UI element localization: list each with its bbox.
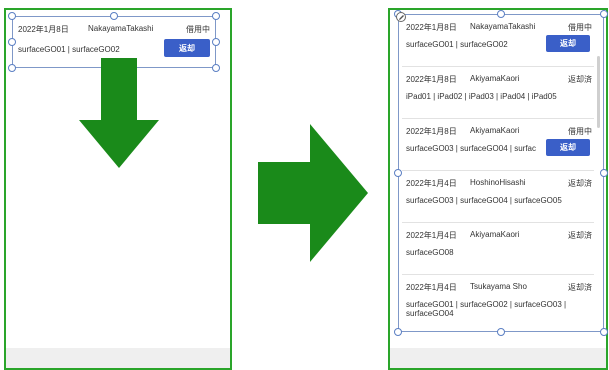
row-header: 2022年1月4日 AkiyamaKaori 返却済 bbox=[406, 230, 592, 242]
borrower-name: NakayamaTakashi bbox=[88, 24, 154, 33]
loan-status: 借用中 bbox=[568, 23, 592, 32]
canvas: 2022年1月8日 NakayamaTakashi 借用中 surfaceGO0… bbox=[0, 0, 609, 370]
gallery-row[interactable]: 2022年1月8日 AkiyamaKaori 返却済 iPad01 | iPad… bbox=[398, 70, 596, 122]
loan-date: 2022年1月4日 bbox=[406, 179, 457, 188]
loan-date: 2022年1月4日 bbox=[406, 283, 457, 292]
gallery-row[interactable]: 2022年1月4日 HoshinoHisashi 返却済 surfaceGO03… bbox=[398, 174, 596, 226]
loan-date: 2022年1月8日 bbox=[406, 75, 457, 84]
borrower-name: AkiyamaKaori bbox=[470, 74, 520, 83]
row-divider bbox=[402, 66, 594, 67]
loan-date: 2022年1月8日 bbox=[406, 23, 457, 32]
device-list: surfaceGO01 | surfaceGO02 | surfaceGO03 … bbox=[406, 300, 567, 318]
loan-status: 借用中 bbox=[186, 25, 210, 34]
loan-date: 2022年1月8日 bbox=[18, 25, 69, 34]
pencil-icon[interactable] bbox=[396, 12, 406, 22]
resize-handle[interactable] bbox=[394, 328, 402, 336]
resize-handle[interactable] bbox=[600, 10, 608, 18]
device-list: surfaceGO01 | surfaceGO02 bbox=[18, 45, 120, 54]
row-header: 2022年1月8日 NakayamaTakashi 借用中 bbox=[18, 24, 210, 38]
resize-handle[interactable] bbox=[212, 12, 220, 20]
row-divider bbox=[402, 170, 594, 171]
borrower-name: Tsukayama Sho bbox=[470, 282, 527, 291]
gallery-row[interactable]: 2022年1月4日 Tsukayama Sho 返却済 surfaceGO01 … bbox=[398, 278, 596, 332]
borrower-name: NakayamaTakashi bbox=[470, 22, 536, 31]
loan-date: 2022年1月4日 bbox=[406, 231, 457, 240]
return-button[interactable]: 返却 bbox=[546, 139, 590, 156]
device-list: surfaceGO08 bbox=[406, 248, 454, 257]
row-divider bbox=[402, 222, 594, 223]
borrower-name: HoshinoHisashi bbox=[470, 178, 526, 187]
gallery-row[interactable]: 2022年1月4日 AkiyamaKaori 返却済 surfaceGO08 bbox=[398, 226, 596, 278]
resize-handle[interactable] bbox=[8, 12, 16, 20]
borrower-name: AkiyamaKaori bbox=[470, 230, 520, 239]
loan-gallery[interactable]: 2022年1月8日 NakayamaTakashi 借用中 surfaceGO0… bbox=[398, 14, 604, 332]
device-list: surfaceGO03 | surfaceGO04 | surfaceGO05 bbox=[406, 196, 562, 205]
resize-handle[interactable] bbox=[212, 64, 220, 72]
row-header: 2022年1月8日 AkiyamaKaori 返却済 bbox=[406, 74, 592, 86]
resize-handle[interactable] bbox=[394, 169, 402, 177]
row-divider bbox=[402, 118, 594, 119]
resize-handle[interactable] bbox=[110, 12, 118, 20]
resize-handle[interactable] bbox=[497, 328, 505, 336]
return-button[interactable]: 返却 bbox=[164, 39, 210, 57]
resize-handle[interactable] bbox=[8, 38, 16, 46]
arrow-right-icon bbox=[258, 124, 368, 262]
scrollbar[interactable] bbox=[597, 56, 600, 128]
loan-status: 返却済 bbox=[568, 283, 592, 292]
resize-handle[interactable] bbox=[600, 169, 608, 177]
device-list: iPad01 | iPad02 | iPad03 | iPad04 | iPad… bbox=[406, 92, 557, 101]
row-header: 2022年1月8日 NakayamaTakashi 借用中 bbox=[406, 22, 592, 34]
gallery-row[interactable]: 2022年1月8日 AkiyamaKaori 借用中 surfaceGO03 |… bbox=[398, 122, 596, 174]
row-header: 2022年1月4日 Tsukayama Sho 返却済 bbox=[406, 282, 592, 294]
borrower-name: AkiyamaKaori bbox=[470, 126, 520, 135]
resize-handle[interactable] bbox=[600, 328, 608, 336]
loan-status: 返却済 bbox=[568, 75, 592, 84]
gallery-row[interactable]: 2022年1月8日 NakayamaTakashi 借用中 surfaceGO0… bbox=[398, 18, 596, 70]
resize-handle[interactable] bbox=[8, 64, 16, 72]
row-header: 2022年1月8日 AkiyamaKaori 借用中 bbox=[406, 126, 592, 138]
loan-status: 返却済 bbox=[568, 179, 592, 188]
loan-status: 返却済 bbox=[568, 231, 592, 240]
loan-status: 借用中 bbox=[568, 127, 592, 136]
arrow-down-icon bbox=[79, 58, 159, 168]
resize-handle[interactable] bbox=[212, 38, 220, 46]
loan-date: 2022年1月8日 bbox=[406, 127, 457, 136]
row-divider bbox=[402, 274, 594, 275]
return-button[interactable]: 返却 bbox=[546, 35, 590, 52]
resize-handle[interactable] bbox=[497, 10, 505, 18]
row-header: 2022年1月4日 HoshinoHisashi 返却済 bbox=[406, 178, 592, 190]
